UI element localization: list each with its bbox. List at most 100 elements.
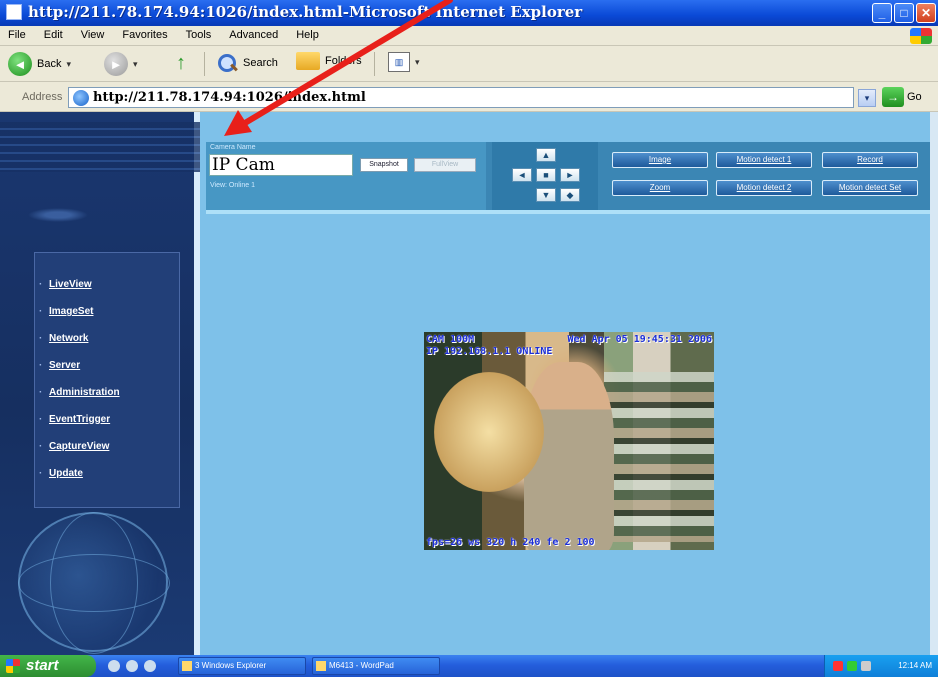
camera-control-panel: Camera Name IP Cam Snapshot FullView Vie… [206, 142, 930, 214]
clock: 12:14 AM [898, 661, 932, 670]
menu-bar: File Edit View Favorites Tools Advanced … [0, 26, 938, 46]
views-button[interactable]: ▥ ▾ [388, 52, 420, 72]
title-bar: http://211.78.174.94:1026/index.html-Mic… [0, 0, 938, 26]
sidebar-item-network[interactable]: Network [39, 333, 89, 344]
ptz-right-button[interactable]: ► [560, 168, 580, 182]
osd-timestamp: Wed Apr 05 19:45:31 2006 [567, 334, 713, 345]
menu-favorites[interactable]: Favorites [122, 29, 167, 41]
maximize-button[interactable]: □ [894, 3, 914, 23]
function-buttons: Image Motion detect 1 Record Zoom Motion… [604, 142, 930, 210]
menu-file[interactable]: File [8, 29, 26, 41]
video-person-graphic [434, 372, 544, 492]
tray-security-icon[interactable] [833, 661, 843, 671]
toolbar: ◄ Back ▾ ► ▾ ↑ Search Folders ▥ ▾ [0, 46, 938, 82]
windows-flag-icon [6, 659, 20, 673]
zoom-button[interactable]: Zoom [612, 180, 708, 196]
views-icon: ▥ [388, 52, 410, 72]
minimize-button[interactable]: _ [872, 3, 892, 23]
address-bar: Address http://211.78.174.94:1026/index.… [0, 82, 938, 112]
snapshot-button[interactable]: Snapshot [360, 158, 408, 172]
quicklaunch-ie-icon[interactable] [108, 660, 120, 672]
go-button[interactable]: → Go [882, 87, 922, 107]
task-windows-explorer[interactable]: 3 Windows Explorer [178, 657, 306, 675]
ptz-down-button[interactable]: ▼ [536, 188, 556, 202]
task-wordpad[interactable]: M6413 - WordPad [312, 657, 440, 675]
address-url: http://211.78.174.94:1026/index.html [93, 90, 366, 105]
video-shelf-graphic [604, 372, 714, 542]
ptz-controls: ▲ ◄ ■ ► ▼ ◆ [492, 142, 598, 210]
menu-advanced[interactable]: Advanced [229, 29, 278, 41]
forward-arrow-icon: ► [104, 52, 128, 76]
go-arrow-icon: → [882, 87, 904, 107]
close-button[interactable]: ✕ [916, 3, 936, 23]
go-label: Go [907, 91, 922, 103]
osd-stream-info: fps=26 ws 320 h 240 fe 2 100 [426, 537, 595, 548]
toolbar-separator [374, 52, 375, 76]
tray-volume-icon[interactable] [861, 661, 871, 671]
back-label: Back [37, 58, 62, 70]
quicklaunch-media-icon[interactable] [144, 660, 156, 672]
back-button[interactable]: ◄ Back ▾ [8, 52, 71, 76]
folder-icon [296, 52, 320, 70]
ptz-left-button[interactable]: ◄ [512, 168, 532, 182]
ie-icon [6, 4, 22, 20]
live-video-frame: CAM 100M Wed Apr 05 19:45:31 2006 IP 192… [424, 332, 714, 550]
up-button[interactable]: ↑ [170, 52, 192, 74]
osd-camera-label: CAM 100M [426, 334, 475, 345]
motion-detect-set-button[interactable]: Motion detect Set [822, 180, 918, 196]
sidebar-item-captureview[interactable]: CaptureView [39, 441, 109, 452]
folders-label: Folders [325, 55, 362, 67]
menu-help[interactable]: Help [296, 29, 319, 41]
menu-edit[interactable]: Edit [44, 29, 63, 41]
system-tray: 12:14 AM [824, 655, 938, 677]
forward-dropdown-icon[interactable]: ▾ [133, 59, 138, 70]
up-folder-icon: ↑ [176, 51, 186, 74]
record-button[interactable]: Record [822, 152, 918, 168]
camera-name-label: Camera Name [210, 144, 256, 151]
page-icon [73, 90, 89, 106]
view-status: View: Online 1 [210, 182, 256, 189]
views-dropdown-icon[interactable]: ▾ [415, 57, 420, 68]
image-button[interactable]: Image [612, 152, 708, 168]
camera-info: Camera Name IP Cam Snapshot FullView Vie… [206, 142, 486, 210]
left-sidebar: LiveView ImageSet Network Server Adminis… [0, 112, 200, 655]
page-content: LiveView ImageSet Network Server Adminis… [0, 112, 938, 655]
ptz-home-button[interactable]: ■ [536, 168, 556, 182]
start-label: start [26, 657, 59, 674]
vertical-scrollbar[interactable] [930, 112, 938, 655]
start-button[interactable]: start [0, 655, 96, 677]
fullview-button[interactable]: FullView [414, 158, 476, 172]
sidebar-stripes [0, 122, 200, 172]
sidebar-item-administration[interactable]: Administration [39, 387, 120, 398]
sidebar-item-eventtrigger[interactable]: EventTrigger [39, 414, 110, 425]
sidebar-item-update[interactable]: Update [39, 468, 83, 479]
back-arrow-icon: ◄ [8, 52, 32, 76]
back-dropdown-icon[interactable]: ▾ [66, 59, 71, 70]
osd-ip-line: IP 192.168.1.1 ONLINE [426, 346, 553, 357]
window-title: http://211.78.174.94:1026/index.html-Mic… [28, 3, 583, 21]
search-label: Search [243, 57, 278, 69]
toolbar-separator [204, 52, 205, 76]
camera-name-field[interactable]: IP Cam [209, 154, 353, 176]
logo-graphic [28, 208, 88, 222]
motion-detect-1-button[interactable]: Motion detect 1 [716, 152, 812, 168]
sidebar-item-liveview[interactable]: LiveView [39, 279, 92, 290]
globe-graphic [18, 512, 170, 654]
address-label: Address [22, 91, 63, 103]
address-dropdown-icon[interactable]: ▾ [858, 89, 876, 107]
ptz-patrol-button[interactable]: ◆ [560, 188, 580, 202]
forward-button[interactable]: ► ▾ [104, 52, 138, 76]
ptz-up-button[interactable]: ▲ [536, 148, 556, 162]
quicklaunch-desktop-icon[interactable] [126, 660, 138, 672]
tray-network-icon[interactable] [847, 661, 857, 671]
sidebar-item-server[interactable]: Server [39, 360, 80, 371]
menu-view[interactable]: View [81, 29, 105, 41]
menu-tools[interactable]: Tools [186, 29, 212, 41]
sidebar-menu: LiveView ImageSet Network Server Adminis… [34, 252, 180, 508]
search-button[interactable]: Search [216, 52, 278, 74]
sidebar-item-imageset[interactable]: ImageSet [39, 306, 94, 317]
taskbar: start 3 Windows Explorer M6413 - WordPad… [0, 655, 938, 677]
address-input[interactable]: http://211.78.174.94:1026/index.html [68, 87, 854, 108]
folders-button[interactable]: Folders [296, 52, 362, 70]
motion-detect-2-button[interactable]: Motion detect 2 [716, 180, 812, 196]
